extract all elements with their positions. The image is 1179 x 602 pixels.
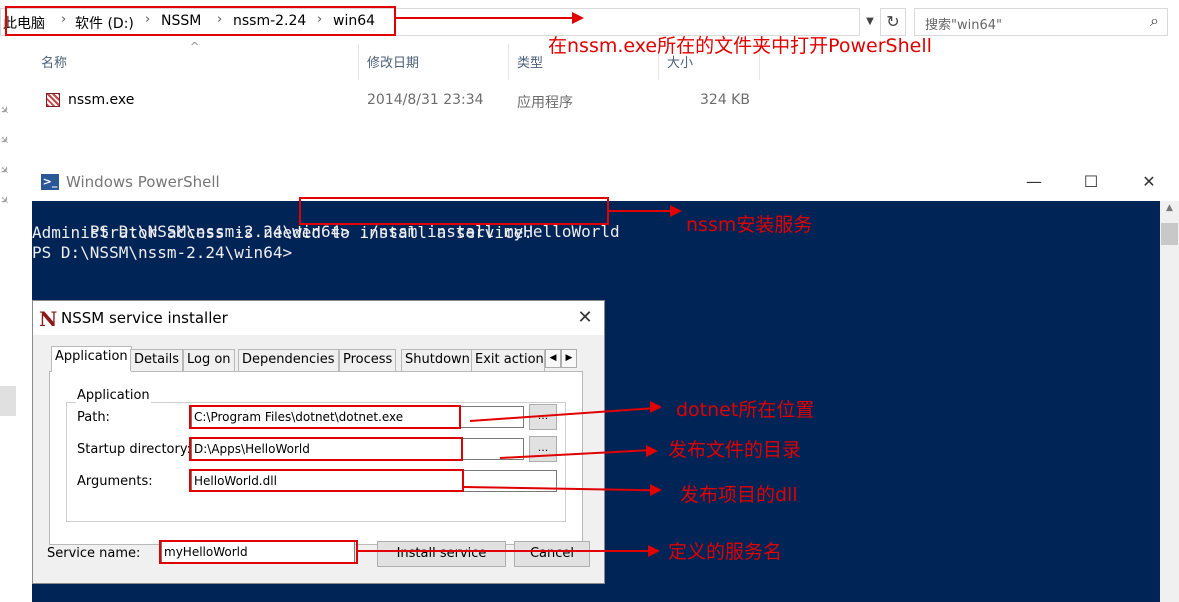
close-icon[interactable]: ✕ <box>1129 169 1169 195</box>
annotation-arrowhead <box>646 445 658 457</box>
annotation-arrowhead <box>650 401 662 413</box>
annotation-arrowhead <box>572 12 584 24</box>
maximize-icon[interactable]: ☐ <box>1071 169 1111 195</box>
annotation-publish-dir: 发布文件的目录 <box>668 439 802 461</box>
nssm-logo-icon: N <box>39 307 58 331</box>
cancel-button[interactable]: Cancel <box>514 541 590 567</box>
annotation-arrowhead <box>648 545 660 557</box>
annotation-box-service-name <box>159 540 358 564</box>
path-label: Path: <box>77 410 110 425</box>
nssm-title: NSSM service installer <box>61 309 228 327</box>
annotation-arrow <box>358 550 658 552</box>
annotation-service-name: 定义的服务名 <box>668 541 783 563</box>
file-size: 324 KB <box>700 92 750 108</box>
column-divider[interactable] <box>508 44 509 80</box>
annotation-arrow <box>396 17 580 19</box>
sort-up-icon: ^ <box>190 40 200 53</box>
install-service-button[interactable]: Install service <box>377 541 506 567</box>
scroll-up-icon[interactable]: ▲ <box>1160 203 1179 213</box>
powershell-icon: >_ <box>41 174 59 190</box>
arguments-label: Arguments: <box>77 474 153 489</box>
close-icon[interactable]: ✕ <box>571 305 599 331</box>
annotation-arrowhead <box>650 484 662 496</box>
powershell-title: Windows PowerShell <box>66 173 220 191</box>
ps-prompt: PS D:\NSSM\nssm-2.24\win64> <box>32 243 293 262</box>
tab-process[interactable]: Process <box>339 349 397 371</box>
file-type: 应用程序 <box>517 95 573 111</box>
annotation-publish-dll: 发布项目的dll <box>680 484 798 506</box>
chevron-right-icon[interactable]: ▶ <box>561 349 577 368</box>
annotation-box-arguments <box>189 469 464 492</box>
search-input[interactable]: 搜索"win64" ⌕ <box>914 8 1168 36</box>
annotation-arrow <box>609 210 679 212</box>
chevron-left-icon[interactable]: ◀ <box>545 349 561 368</box>
annotation-box-path <box>189 405 461 429</box>
powershell-scrollbar[interactable]: ▲ <box>1160 201 1179 602</box>
chevron-down-icon[interactable]: ▼ <box>862 12 878 32</box>
annotation-box-breadcrumb <box>5 6 396 36</box>
pin-icon[interactable]: ✈ <box>0 133 12 149</box>
tab-exit-actions[interactable]: Exit actions <box>471 349 545 371</box>
service-name-label: Service name: <box>47 546 141 561</box>
column-header-type[interactable]: 类型 <box>517 52 543 71</box>
tab-application[interactable]: Application <box>51 346 132 372</box>
annotation-dotnet-location: dotnet所在位置 <box>676 399 815 421</box>
annotation-box-startup <box>189 437 463 461</box>
column-header-modified[interactable]: 修改日期 <box>367 52 419 71</box>
search-placeholder: 搜索"win64" <box>925 18 1002 33</box>
tab-log-on[interactable]: Log on <box>183 349 235 371</box>
column-header-name[interactable]: 名称 <box>41 52 67 71</box>
pin-icon[interactable]: ✈ <box>0 163 12 179</box>
browse-startup-button[interactable]: ... <box>529 436 557 462</box>
annotation-install-service: nssm安装服务 <box>686 214 813 236</box>
column-divider[interactable] <box>358 44 359 80</box>
annotation-open-powershell: 在nssm.exe所在的文件夹中打开PowerShell <box>548 35 932 57</box>
pin-icon[interactable]: ✈ <box>0 193 12 209</box>
powershell-titlebar[interactable]: >_ Windows PowerShell — ☐ ✕ <box>32 163 1179 201</box>
file-modified: 2014/8/31 23:34 <box>367 92 484 108</box>
scrollbar-thumb[interactable] <box>1161 223 1178 245</box>
tab-dependencies[interactable]: Dependencies <box>238 349 339 371</box>
ps-output: Administrator access is needed to instal… <box>32 223 533 242</box>
minimize-icon[interactable]: — <box>1014 169 1054 195</box>
nssm-titlebar[interactable]: N NSSM service installer ✕ <box>33 301 604 335</box>
exe-file-icon <box>46 93 60 107</box>
group-label: Application <box>76 388 151 403</box>
pin-icon[interactable]: ✈ <box>0 103 12 119</box>
annotation-arrowhead <box>670 205 682 217</box>
tab-details[interactable]: Details <box>130 349 184 371</box>
nav-pane-scrollbar[interactable] <box>0 386 16 416</box>
tab-shutdown[interactable]: Shutdown <box>401 349 474 371</box>
startup-directory-label: Startup directory: <box>77 442 191 457</box>
file-name[interactable]: nssm.exe <box>68 92 134 108</box>
annotation-box-command <box>299 197 609 225</box>
search-icon[interactable]: ⌕ <box>1150 11 1159 31</box>
